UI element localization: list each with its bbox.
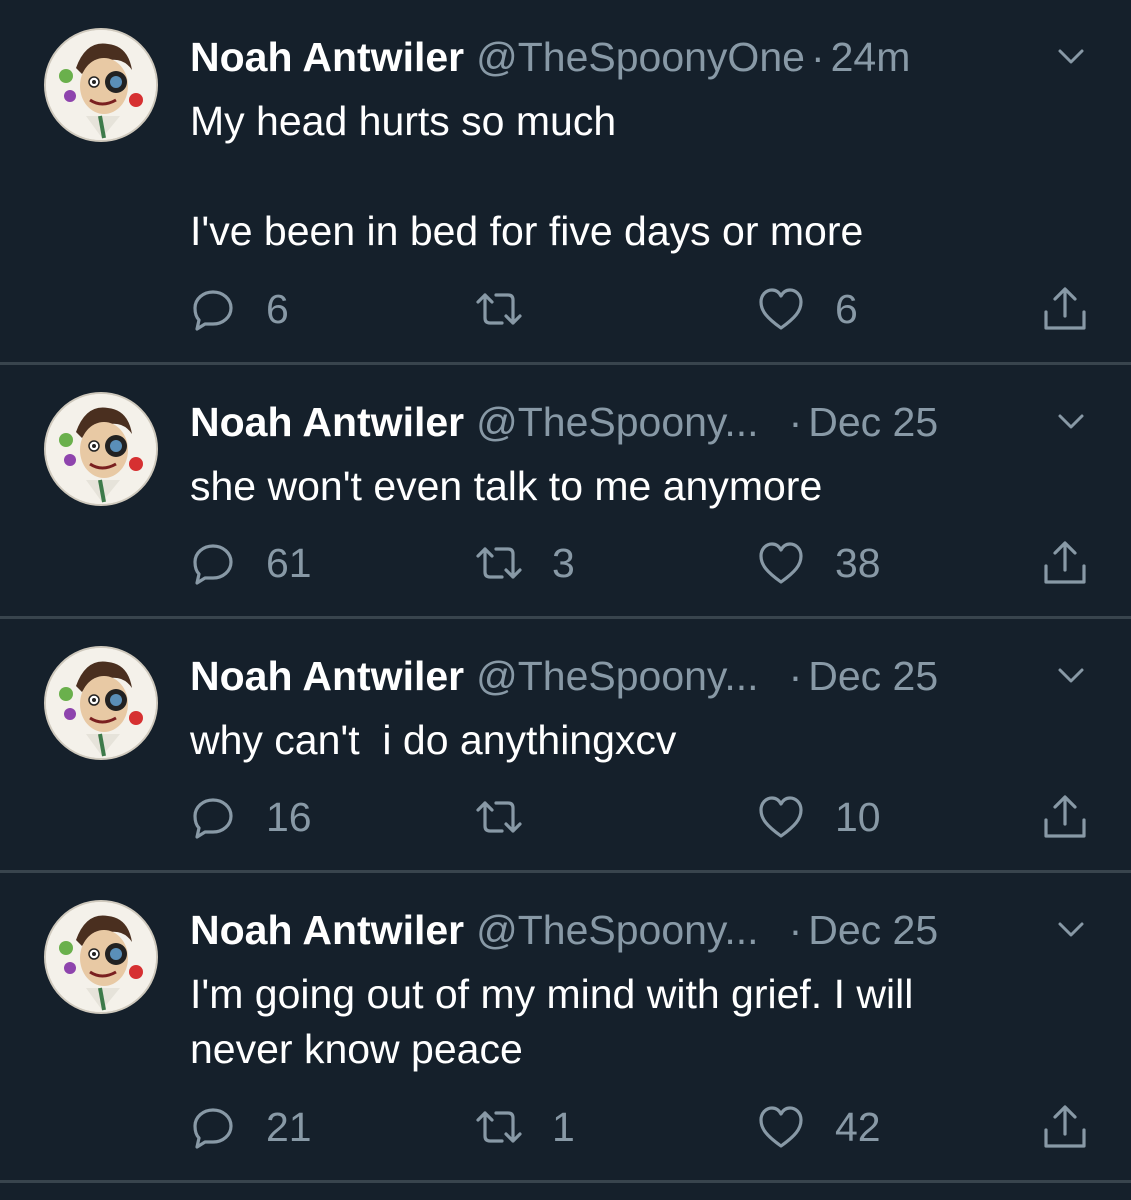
chevron-down-icon[interactable]	[1054, 405, 1088, 439]
user-handle[interactable]: @TheSpoony...	[476, 653, 758, 699]
reply-icon	[193, 1108, 233, 1149]
chevron-down-icon[interactable]	[1054, 913, 1088, 947]
tweet-actions: 21 1 42	[0, 1099, 1131, 1155]
tweet-text: she won't even talk to me anymore	[190, 463, 823, 509]
reply-count: 6	[266, 285, 289, 332]
retweet-button[interactable]: 3	[472, 535, 575, 591]
reply-button[interactable]: 6	[190, 281, 289, 337]
tweet-header: Noah Antwiler @TheSpoony... · Dec 25	[190, 907, 938, 953]
user-handle[interactable]: @TheSpoonyOne	[476, 34, 805, 80]
timestamp[interactable]: Dec 25	[808, 907, 938, 953]
retweet-icon	[476, 801, 522, 833]
separator-dot: ·	[788, 399, 803, 445]
user-handle[interactable]: @TheSpoony...	[476, 399, 758, 445]
retweet-button[interactable]	[472, 789, 552, 845]
reply-icon	[193, 798, 233, 839]
display-name[interactable]: Noah Antwiler	[190, 907, 464, 953]
retweet-count: 1	[552, 1103, 575, 1150]
like-count: 6	[835, 285, 858, 332]
reply-button[interactable]: 61	[190, 535, 312, 591]
share-icon	[1044, 795, 1086, 838]
timestamp[interactable]: Dec 25	[808, 653, 938, 699]
reply-button[interactable]: 16	[190, 789, 312, 845]
timestamp[interactable]: 24m	[831, 34, 911, 80]
share-button[interactable]	[1040, 281, 1090, 337]
retweet-button[interactable]	[472, 281, 552, 337]
share-icon	[1044, 541, 1086, 584]
tweet-text: why can't i do anythingxcv	[190, 717, 677, 763]
reply-button[interactable]: 21	[190, 1099, 312, 1155]
reply-count: 16	[266, 793, 312, 840]
retweet-icon	[476, 547, 522, 579]
like-button[interactable]: 38	[757, 535, 881, 591]
like-button[interactable]: 10	[757, 789, 881, 845]
tweet[interactable]: Noah Antwiler @TheSpoonyOne · 24m My head h…	[0, 0, 1131, 365]
tweet-actions: 61 3 38	[0, 535, 1131, 591]
like-count: 42	[835, 1103, 881, 1150]
reply-icon	[193, 290, 233, 331]
separator-dot: ·	[788, 907, 803, 953]
avatar[interactable]	[44, 900, 158, 1014]
separator-dot: ·	[788, 653, 803, 699]
avatar[interactable]	[44, 392, 158, 506]
tweet-actions: 16 10	[0, 789, 1131, 845]
avatar-illustration	[46, 902, 156, 1012]
avatar-illustration	[46, 30, 156, 140]
tweet[interactable]: Noah Antwiler @TheSpoony... · Dec 25 I'm go…	[0, 873, 1131, 1183]
retweet-icon	[476, 1111, 522, 1143]
tweet[interactable]: Noah Antwiler @TheSpoony... · Dec 25 why ca…	[0, 619, 1131, 873]
share-button[interactable]	[1040, 1099, 1090, 1155]
chevron-down-icon[interactable]	[1054, 659, 1088, 693]
tweet-text: I'm going out of my mind with grief. I w…	[190, 971, 914, 1072]
like-count: 38	[835, 539, 881, 586]
like-icon	[759, 288, 803, 330]
avatar-illustration	[46, 394, 156, 504]
share-icon	[1044, 1105, 1086, 1148]
share-button[interactable]	[1040, 535, 1090, 591]
avatar-illustration	[46, 648, 156, 758]
like-count: 10	[835, 793, 881, 840]
tweet-header: Noah Antwiler @TheSpoonyOne · 24m	[190, 34, 910, 80]
display-name[interactable]: Noah Antwiler	[190, 399, 464, 445]
avatar[interactable]	[44, 28, 158, 142]
like-icon	[759, 1106, 803, 1148]
reply-count: 61	[266, 539, 312, 586]
like-button[interactable]: 6	[757, 281, 858, 337]
tweet-text: My head hurts so much I've been in bed f…	[190, 98, 864, 254]
like-icon	[759, 796, 803, 838]
display-name[interactable]: Noah Antwiler	[190, 653, 464, 699]
display-name[interactable]: Noah Antwiler	[190, 34, 464, 80]
reply-icon	[193, 544, 233, 585]
like-button[interactable]: 42	[757, 1099, 881, 1155]
user-handle[interactable]: @TheSpoony...	[476, 907, 758, 953]
avatar[interactable]	[44, 646, 158, 760]
retweet-button[interactable]: 1	[472, 1099, 575, 1155]
tweet-header: Noah Antwiler @TheSpoony... · Dec 25	[190, 653, 938, 699]
separator-dot: ·	[810, 34, 825, 80]
timestamp[interactable]: Dec 25	[808, 399, 938, 445]
tweet-header: Noah Antwiler @TheSpoony... · Dec 25	[190, 399, 938, 445]
like-icon	[759, 542, 803, 584]
tweet-actions: 6 6	[0, 281, 1131, 337]
chevron-down-icon[interactable]	[1054, 40, 1088, 74]
retweet-count: 3	[552, 539, 575, 586]
retweet-icon	[476, 293, 522, 325]
share-icon	[1044, 287, 1086, 330]
share-button[interactable]	[1040, 789, 1090, 845]
tweet[interactable]: Noah Antwiler @TheSpoony... · Dec 25 she wo…	[0, 365, 1131, 619]
reply-count: 21	[266, 1103, 312, 1150]
tweet-feed: Noah Antwiler @TheSpoonyOne · 24m My head h…	[0, 0, 1131, 1200]
